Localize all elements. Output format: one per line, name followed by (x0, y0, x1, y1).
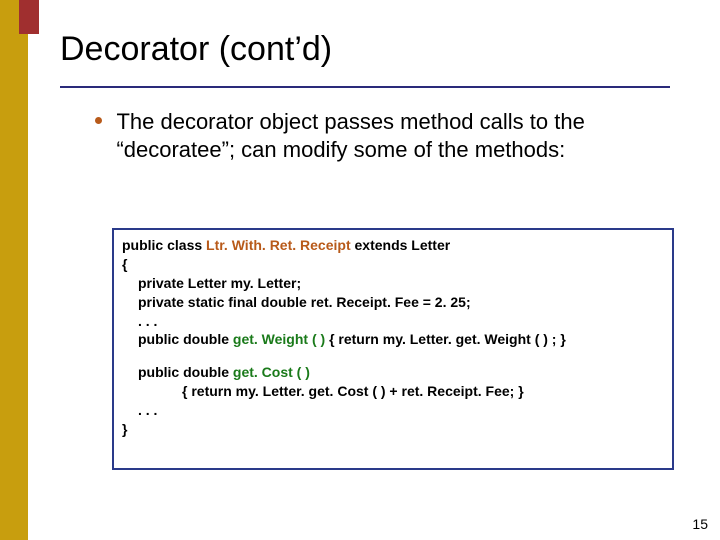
class-name: Ltr. With. Ret. Receipt (206, 237, 351, 253)
code-line-9: . . . (122, 401, 664, 420)
code-line-5: . . . (122, 312, 664, 331)
code-line-7: public double get. Cost ( ) (122, 363, 664, 382)
code-line-3: private Letter my. Letter; (122, 274, 664, 293)
code-line-2: { (122, 255, 664, 274)
code-line-6: public double get. Weight ( ) { return m… (122, 330, 664, 349)
code-line-10: } (122, 420, 664, 439)
bullet-dot-icon (95, 117, 102, 124)
code-box: public class Ltr. With. Ret. Receipt ext… (112, 228, 674, 470)
code-line-4: private static final double ret. Receipt… (122, 293, 664, 312)
code-text: public double (138, 364, 233, 380)
method-getcost: get. Cost ( ) (233, 364, 310, 380)
method-getweight: get. Weight ( ) (233, 331, 325, 347)
accent-bar-left (0, 0, 28, 540)
code-line-1: public class Ltr. With. Ret. Receipt ext… (122, 236, 664, 255)
code-line-8: { return my. Letter. get. Cost ( ) + ret… (122, 382, 664, 401)
slide: Decorator (cont’d) The decorator object … (0, 0, 720, 540)
code-text: public class (122, 237, 206, 253)
slide-title: Decorator (cont’d) (60, 30, 332, 69)
bullet-text: The decorator object passes method calls… (116, 108, 656, 163)
bullet-item: The decorator object passes method calls… (95, 108, 670, 163)
code-text: extends Letter (351, 237, 451, 253)
code-text: public double (138, 331, 233, 347)
title-underline (60, 86, 670, 88)
accent-bar-top (19, 0, 39, 34)
page-number: 15 (692, 516, 708, 532)
blank-line (122, 349, 664, 363)
code-text: { return my. Letter. get. Weight ( ) ; } (325, 331, 566, 347)
